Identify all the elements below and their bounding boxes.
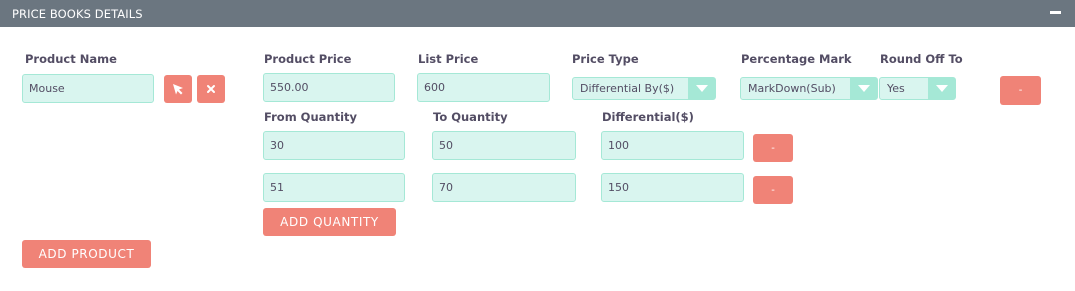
chevron-down-icon (928, 78, 955, 99)
price-type-select[interactable]: Differential By($) (572, 77, 716, 100)
chevron-down-icon (850, 78, 877, 99)
add-product-label: ADD PRODUCT (38, 247, 135, 261)
add-quantity-button[interactable]: ADD QUANTITY (263, 208, 396, 236)
remove-quantity-button[interactable]: - (753, 176, 793, 204)
product-price-input[interactable]: 550.00 (263, 73, 395, 102)
differential-label: Differential($) (602, 110, 694, 124)
close-icon (206, 84, 216, 94)
remove-quantity-label: - (771, 184, 775, 196)
product-name-label: Product Name (25, 52, 117, 66)
panel-title: PRICE BOOKS DETAILS (12, 7, 143, 21)
select-product-button[interactable] (164, 75, 192, 103)
percentage-mark-label: Percentage Mark (741, 52, 852, 66)
add-quantity-label: ADD QUANTITY (280, 215, 379, 229)
from-quantity-input[interactable]: 51 (263, 173, 405, 202)
to-quantity-input[interactable]: 50 (432, 131, 576, 160)
differential-input[interactable]: 100 (601, 131, 744, 160)
chevron-down-icon (688, 78, 715, 99)
clear-product-button[interactable] (197, 75, 225, 103)
from-quantity-label: From Quantity (264, 110, 358, 124)
to-quantity-label: To Quantity (433, 110, 508, 124)
differential-input[interactable]: 150 (601, 173, 744, 202)
cursor-arrow-icon (172, 83, 184, 95)
remove-quantity-label: - (771, 142, 775, 154)
list-price-input[interactable]: 600 (417, 73, 550, 102)
percentage-mark-select[interactable]: MarkDown(Sub) (740, 77, 878, 100)
list-price-label: List Price (418, 52, 479, 66)
product-name-input[interactable]: Mouse (22, 74, 154, 103)
round-off-to-select[interactable]: Yes (879, 77, 956, 100)
panel-header: PRICE BOOKS DETAILS (0, 0, 1075, 27)
add-product-button[interactable]: ADD PRODUCT (22, 240, 151, 268)
round-off-to-label: Round Off To (880, 52, 963, 66)
round-off-to-value: Yes (887, 82, 905, 95)
minus-icon[interactable] (1050, 11, 1061, 14)
product-price-label: Product Price (264, 52, 352, 66)
list-price-value: 600 (424, 81, 445, 94)
remove-product-button[interactable]: - (1000, 76, 1041, 105)
remove-quantity-button[interactable]: - (753, 134, 793, 162)
remove-product-label: - (1018, 85, 1023, 96)
price-type-value: Differential By($) (580, 82, 675, 95)
to-quantity-input[interactable]: 70 (432, 173, 576, 202)
percentage-mark-value: MarkDown(Sub) (748, 82, 836, 95)
from-quantity-input[interactable]: 30 (263, 131, 405, 160)
price-type-label: Price Type (572, 52, 639, 66)
